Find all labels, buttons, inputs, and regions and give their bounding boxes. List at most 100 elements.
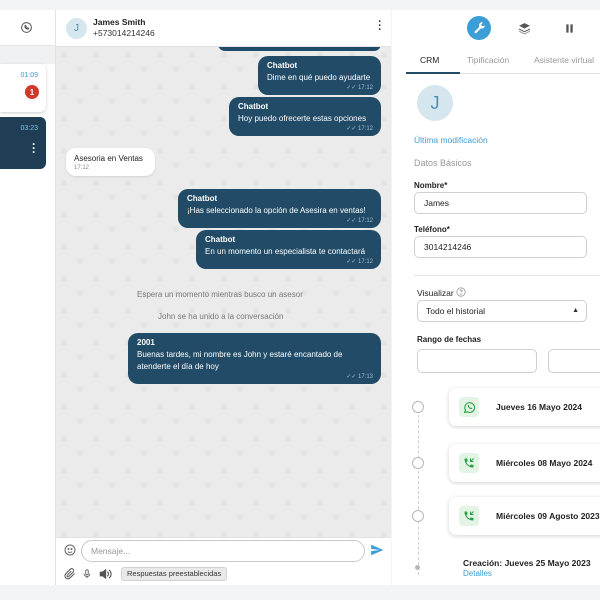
message-input[interactable] [81,540,365,562]
conversation-item[interactable]: 01:09 1 [0,64,46,112]
double-check-icon: ✓✓ [346,85,357,91]
timeline-dot [412,510,424,522]
history-select[interactable]: Todo el historial ▲ [417,300,587,322]
details-link[interactable]: Detalles [463,569,492,578]
unread-badge: 1 [25,85,39,99]
wrench-button[interactable] [467,16,491,40]
message-sender: Chatbot [187,194,218,203]
help-icon[interactable] [456,287,466,297]
timeline-date: Miércoles 09 Agosto 2023 [496,511,600,521]
crm-panel: CRM Tipificación Asistente virtual J Últ… [392,10,600,585]
double-check-icon: ✓✓ [346,374,357,380]
conversation-time: 01:09 [20,72,38,79]
wrench-icon [474,21,485,33]
message-text-line: Buenas tardes, mi nombre es John y estar… [137,350,343,359]
message-meta: ✓✓ 17:12 [267,84,373,91]
speaker-icon[interactable] [98,567,112,581]
timeline-date: Jueves 16 Mayo 2024 [496,402,583,412]
message-bubble: Chatbot ¡Has seleccionado la opción de A… [178,189,381,228]
message-text: Asesoria en Ventas [74,154,143,163]
message-list[interactable]: Chatbot Dime en qué puedo ayudarte ✓✓ 17… [56,47,391,537]
message-text: Dime en qué puedo ayudarte [267,73,371,82]
sidebar-header [0,10,55,46]
message-bubble: Chatbot Dime en qué puedo ayudarte ✓✓ 17… [258,56,381,95]
contact-avatar[interactable]: J [66,18,87,39]
name-label: Nombre* [414,181,448,190]
section-title: Datos Básicos [414,158,472,168]
phone-incoming-icon [459,506,479,526]
pause-button[interactable] [557,16,581,40]
send-icon[interactable] [370,543,384,557]
message-meta: ✓✓ 17:12 [238,125,373,132]
kebab-menu-icon[interactable]: · · · [377,17,383,36]
phone-label: Teléfono* [414,225,450,234]
contact-phone: +573014214246 [93,28,155,38]
message-sender: Chatbot [267,61,298,70]
message-text: Hoy puedo ofrecerte estas opciones [238,114,367,123]
app-window: 01:09 1 03:23 · · · J James Smith +5730142… [0,0,600,600]
system-message: John se ha unido a la conversación [158,312,284,321]
phone-incoming-icon [459,453,479,473]
message-sender: Chatbot [238,102,269,111]
tab-crm[interactable]: CRM [420,55,439,65]
date-from-field[interactable] [417,349,537,373]
message-bubble: Chatbot En un momento un especialista te… [196,230,381,269]
timeline-dot [412,401,424,413]
timeline-end-dot [415,565,420,570]
message-bubble: Chatbot Hoy puedo ofrecerte estas opcion… [229,97,381,136]
message-time: 17:12 [357,259,373,265]
conversation-item-active[interactable]: 03:23 · · · [0,117,46,169]
message-text: ¡Has seleccionado la opción de Asesira e… [187,206,366,215]
sidebar-filter-bar [0,46,55,64]
layers-icon [518,22,530,34]
double-check-icon: ✓✓ [346,259,357,265]
date-to-field[interactable] [548,349,600,373]
emoji-icon[interactable] [64,544,76,556]
message-sender: Chatbot [205,235,236,244]
message-bubble: 2001 Buenas tardes, mi nombre es John y … [128,333,381,384]
whatsapp-icon [459,397,479,417]
active-tab-indicator [406,72,460,74]
tab-tipificacion[interactable]: Tipificación [467,55,509,65]
double-check-icon: ✓✓ [346,126,357,132]
timeline-card[interactable]: Miércoles 09 Agosto 2023 [449,497,600,535]
quick-replies-button[interactable]: Respuestas preestablecidas [121,567,228,581]
last-modified-link[interactable]: Última modificación [414,135,488,145]
contact-avatar-large: J [417,85,453,121]
divider [414,275,600,276]
system-message: Espera un momento mientras busco un ases… [137,290,303,299]
message-sender: 2001 [137,338,155,347]
message-text: En un momento un especialista te contact… [205,247,366,256]
message-composer: Respuestas preestablecidas [56,537,391,585]
message-meta: ✓✓ 17:12 [205,258,373,265]
panel-tabs: CRM Tipificación Asistente virtual [406,48,600,74]
conversation-time: 03:23 [20,125,38,132]
timeline-card[interactable]: Jueves 16 Mayo 2024 [449,388,600,426]
message-meta: ✓✓ 17:13 [137,373,373,380]
more-options-icon[interactable]: · · · [32,138,36,158]
tab-asistente-virtual[interactable]: Asistente virtual [534,55,594,65]
message-time: 17:12 [357,85,373,91]
name-field[interactable] [414,192,587,214]
visualize-label: Visualizar [417,288,454,298]
message-time: 17:12 [357,218,373,224]
timeline-date: Miércoles 08 Mayo 2024 [496,458,593,468]
timeline-line [418,405,419,575]
microphone-icon[interactable] [82,567,92,581]
phone-field[interactable] [414,236,587,258]
message-time: 17:12 [357,126,373,132]
paperclip-icon[interactable] [64,567,76,581]
layers-button[interactable] [512,16,536,40]
double-check-icon: ✓✓ [346,218,357,224]
message-meta: ✓✓ 17:12 [187,217,373,224]
select-caret-icon: ▲ [572,307,579,314]
call-history-icon[interactable] [20,21,33,34]
message-bubble-incoming: Asesoria en Ventas 17:12 [66,148,155,176]
history-select-value: Todo el historial [426,306,486,316]
pause-icon [565,23,573,33]
timeline-card[interactable]: Miércoles 08 Mayo 2024 [449,444,600,482]
message-time: 17:12 [74,165,90,171]
panel-toolbar [392,10,600,47]
chat-header: J James Smith +573014214246 · · · [56,10,391,47]
message-text-line: atenderte el día de hoy [137,362,219,371]
